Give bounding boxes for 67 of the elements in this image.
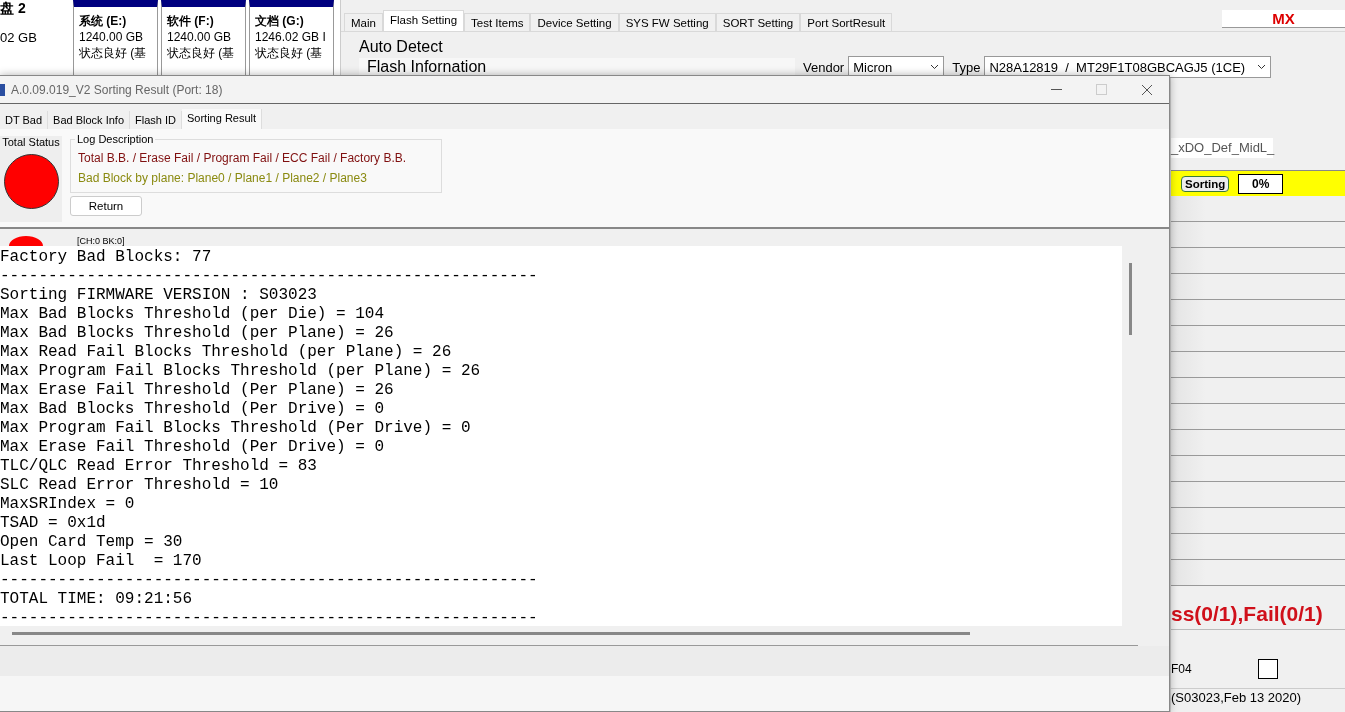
log-line: -------------------------------------------------------- (0, 609, 539, 626)
log-line: MaxSRIndex = 0 (0, 495, 136, 514)
app-icon (0, 83, 5, 96)
scrollbar-thumb[interactable] (1128, 263, 1132, 335)
partition-name: 软件 (F:) (167, 13, 215, 29)
tab[interactable]: Flash Setting (382, 10, 465, 31)
tab[interactable]: SYS FW Setting (618, 13, 716, 31)
log-line: Open Card Temp = 30 (0, 533, 184, 552)
partition-status: 状态良好 (基 (255, 45, 324, 61)
log-line: Max Erase Fail Threshold (Per Plane) = 26 (0, 381, 395, 400)
log-line: Max Bad Blocks Threshold (per Plane) = 26 (0, 324, 395, 343)
tab[interactable]: Sorting Result (182, 109, 263, 129)
log-line: Last Loop Fail = 170 (0, 552, 203, 571)
legend-text: Total B.B. / Erase Fail / Program Fail / ECC Fail / Factory B.B. (78, 151, 408, 165)
log-line: -------------------------------------------------------- (0, 571, 539, 590)
window-title: A.0.09.019_V2 Sorting Result (Port: 18) (11, 82, 223, 97)
partition-name: 系统 (E:) (79, 13, 128, 29)
partition-size: 1240.00 GB (167, 29, 233, 45)
partition-size: 1240.00 GB (79, 29, 145, 45)
legend-text: Bad Block by plane: Plane0 / Plane1 / Plane2 / Plane3 (78, 171, 368, 185)
version-label: (S03023,Feb 13 2020) (1171, 688, 1345, 705)
scrollbar-thumb[interactable] (12, 632, 970, 635)
group-title: Auto Detect (359, 38, 444, 56)
tab[interactable]: SORT Setting (715, 13, 801, 31)
vendor-dropdown[interactable]: Micron (848, 56, 945, 78)
partition-name: 文档 (G:) (255, 13, 305, 29)
tab[interactable]: Device Setting (530, 13, 619, 31)
log-line: Max Program Fail Blocks Threshold (per Plane) = 26 (0, 362, 482, 381)
chevron-icon (1257, 64, 1267, 70)
channel-label: [CH:0 BK:0] (77, 236, 125, 246)
log-line: Max Bad Blocks Threshold (Per Drive) = 0 (0, 400, 386, 419)
log-line: Sorting FIRMWARE VERSION : S03023 (0, 286, 318, 305)
type-label: Type (952, 59, 981, 75)
progress-value: 0% (1238, 173, 1284, 194)
brand-label: MX (1222, 10, 1345, 28)
partition-status: 状态良好 (基 (167, 45, 236, 61)
tab[interactable]: Test Items (464, 13, 531, 31)
result-summary: ss(0/1),Fail(0/1) (1171, 602, 1345, 630)
partition-size: 1246.02 GB I (255, 29, 327, 45)
group-title: Log Description (75, 133, 156, 145)
log-line: -------------------------------------------------------- (0, 267, 539, 286)
return-button[interactable]: Return (70, 196, 142, 216)
tab[interactable]: Main (344, 13, 383, 31)
disk-size: 02 GB (0, 30, 38, 45)
minimize-icon[interactable] (1051, 88, 1062, 91)
partition-status: 状态良好 (基 (79, 45, 148, 61)
close-icon[interactable] (1140, 83, 1153, 96)
log-line: TOTAL TIME: 09:21:56 (0, 590, 194, 609)
status-label: Total Status (2, 136, 60, 148)
tab[interactable]: DT Bad (0, 111, 49, 129)
log-line: TLC/QLC Read Error Threshold = 83 (0, 457, 318, 476)
log-line: SLC Read Error Threshold = 10 (0, 476, 280, 495)
status-button[interactable]: Sorting (1181, 175, 1230, 192)
tab[interactable]: Port SortResult (800, 13, 893, 31)
disk-label: 盘 2 (0, 0, 27, 18)
log-line: TSAD = 0x1d (0, 514, 107, 533)
checkbox[interactable] (1258, 659, 1278, 679)
log-line: Max Bad Blocks Threshold (per Die) = 104 (0, 305, 386, 324)
log-line: Max Erase Fail Threshold (Per Drive) = 0 (0, 438, 386, 457)
vendor-label: Vendor (803, 59, 845, 75)
log-line: Factory Bad Blocks: 77 (0, 248, 213, 267)
type-dropdown[interactable]: N28A12819 / MT29F1T08GBCAGJ5 (1CE) (984, 56, 1272, 78)
item-label: F04 (1171, 662, 1193, 676)
chevron-icon (930, 64, 940, 70)
log-line: Max Read Fail Blocks Threshold (per Plane) = 26 (0, 343, 453, 362)
text-field[interactable]: _xDO_Def_MidL_ (1171, 138, 1273, 158)
log-line: Max Program Fail Blocks Threshold (Per Drive) = 0 (0, 419, 472, 438)
